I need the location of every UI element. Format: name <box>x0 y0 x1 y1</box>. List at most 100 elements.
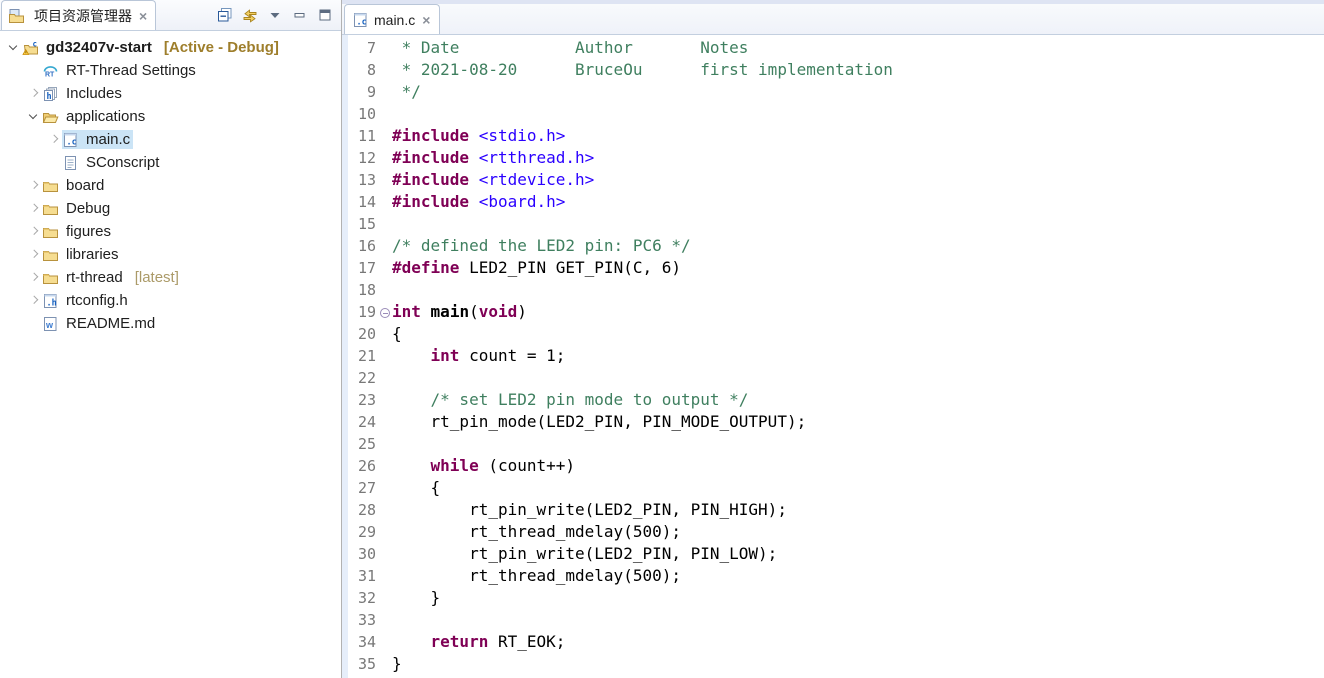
svg-text:w: w <box>45 320 54 330</box>
code-line[interactable]: 27 { <box>342 477 1324 499</box>
expand-arrow-icon[interactable] <box>26 86 42 102</box>
code-text: * 2021-08-20 BruceOu first implementatio… <box>392 59 1324 81</box>
code-line[interactable]: 33 <box>342 609 1324 631</box>
fold-column <box>378 345 392 367</box>
collapse-all-icon[interactable] <box>217 7 233 23</box>
tree-item-figures[interactable]: figures <box>0 220 341 243</box>
fold-column <box>378 279 392 301</box>
expand-arrow-icon[interactable] <box>6 40 22 56</box>
code-line[interactable]: 8 * 2021-08-20 BruceOu first implementat… <box>342 59 1324 81</box>
tree-item-content: c gd32407v-start <box>22 38 155 57</box>
code-line[interactable]: 22 <box>342 367 1324 389</box>
tree-item-decoration: [Active - Debug] <box>164 39 281 56</box>
tree-item-board[interactable]: board <box>0 174 341 197</box>
expand-arrow-icon[interactable] <box>26 178 42 194</box>
tree-item-gd32407v-start[interactable]: c gd32407v-start [Active - Debug] <box>0 36 341 59</box>
svg-text:.c: .c <box>67 137 77 147</box>
code-line[interactable]: 16/* defined the LED2 pin: PC6 */ <box>342 235 1324 257</box>
expand-arrow-icon[interactable] <box>26 109 42 125</box>
tree-item-readme-md[interactable]: wREADME.md <box>0 312 341 335</box>
tree-item-libraries[interactable]: libraries <box>0 243 341 266</box>
folder-icon <box>42 178 59 194</box>
code-line[interactable]: 26 while (count++) <box>342 455 1324 477</box>
code-line[interactable]: 32 } <box>342 587 1324 609</box>
tree-item-applications[interactable]: applications <box>0 105 341 128</box>
code-text: rt_pin_write(LED2_PIN, PIN_HIGH); <box>392 499 1324 521</box>
expand-arrow-icon[interactable] <box>26 270 42 286</box>
code-line[interactable]: 18 <box>342 279 1324 301</box>
code-text: #include <rtthread.h> <box>392 147 1324 169</box>
fold-column <box>378 389 392 411</box>
expand-arrow-icon[interactable] <box>26 224 42 240</box>
code-line[interactable]: 34 return RT_EOK; <box>342 631 1324 653</box>
code-line[interactable]: 15 <box>342 213 1324 235</box>
expand-arrow-icon[interactable] <box>26 201 42 217</box>
expand-arrow-icon[interactable] <box>46 132 62 148</box>
expand-arrow-icon[interactable] <box>26 247 42 263</box>
close-icon[interactable]: × <box>137 9 147 23</box>
minimize-icon[interactable] <box>292 7 308 23</box>
tree-item-label: figures <box>63 222 114 241</box>
tree-item-content: rt-thread <box>42 268 126 287</box>
code-line[interactable]: 35} <box>342 653 1324 675</box>
code-text: int count = 1; <box>392 345 1324 367</box>
code-line[interactable]: 28 rt_pin_write(LED2_PIN, PIN_HIGH); <box>342 499 1324 521</box>
tree-item-sconscript[interactable]: SConscript <box>0 151 341 174</box>
tree-item-content: wREADME.md <box>42 314 158 333</box>
tree-item-main-c[interactable]: .cmain.c <box>0 128 341 151</box>
c-project-icon: c <box>22 40 39 56</box>
tree-item-label: Debug <box>63 199 113 218</box>
code-line[interactable]: 24 rt_pin_mode(LED2_PIN, PIN_MODE_OUTPUT… <box>342 411 1324 433</box>
fold-marker-icon[interactable] <box>378 301 392 323</box>
code-line[interactable]: 19int main(void) <box>342 301 1324 323</box>
close-icon[interactable]: × <box>420 13 430 27</box>
fold-column <box>378 59 392 81</box>
code-line[interactable]: 12#include <rtthread.h> <box>342 147 1324 169</box>
explorer-tab-icon <box>8 8 25 24</box>
annotation-ruler[interactable] <box>342 35 348 678</box>
fold-column <box>378 477 392 499</box>
svg-text:h: h <box>47 92 52 102</box>
code-line[interactable]: 17#define LED2_PIN GET_PIN(C, 6) <box>342 257 1324 279</box>
fold-column <box>378 103 392 125</box>
code-line[interactable]: 9 */ <box>342 81 1324 103</box>
code-line[interactable]: 11#include <stdio.h> <box>342 125 1324 147</box>
tree-item-rt-thread[interactable]: rt-thread[latest] <box>0 266 341 289</box>
code-line[interactable]: 30 rt_pin_write(LED2_PIN, PIN_LOW); <box>342 543 1324 565</box>
code-editor[interactable]: 7 * Date Author Notes8 * 2021-08-20 Bruc… <box>342 35 1324 678</box>
code-line[interactable]: 31 rt_thread_mdelay(500); <box>342 565 1324 587</box>
fold-column <box>378 609 392 631</box>
folder-icon <box>42 201 59 217</box>
code-line[interactable]: 21 int count = 1; <box>342 345 1324 367</box>
view-menu-icon[interactable] <box>267 7 283 23</box>
maximize-icon[interactable] <box>317 7 333 23</box>
code-line[interactable]: 29 rt_thread_mdelay(500); <box>342 521 1324 543</box>
link-with-editor-icon[interactable] <box>242 7 258 23</box>
tree-item-rtconfig-h[interactable]: .hrtconfig.h <box>0 289 341 312</box>
tree-item-label: board <box>63 176 107 195</box>
tab-project-explorer[interactable]: 项目资源管理器 × <box>1 0 156 30</box>
svg-text:c: c <box>33 40 38 49</box>
folder-icon <box>42 224 59 240</box>
code-line[interactable]: 23 /* set LED2 pin mode to output */ <box>342 389 1324 411</box>
tree-item-label: gd32407v-start <box>43 38 155 57</box>
tree-item-content: RTRT-Thread Settings <box>42 61 199 80</box>
code-text: #include <board.h> <box>392 191 1324 213</box>
fold-column <box>378 235 392 257</box>
tab-main-c[interactable]: .c main.c × <box>344 4 440 34</box>
expand-arrow-icon[interactable] <box>26 293 42 309</box>
code-line[interactable]: 14#include <board.h> <box>342 191 1324 213</box>
code-line[interactable]: 7 * Date Author Notes <box>342 37 1324 59</box>
code-text: } <box>392 653 1324 675</box>
code-line[interactable]: 13#include <rtdevice.h> <box>342 169 1324 191</box>
code-line[interactable]: 10 <box>342 103 1324 125</box>
code-text: } <box>392 587 1324 609</box>
tree-item-includes[interactable]: hIncludes <box>0 82 341 105</box>
code-line[interactable]: 20{ <box>342 323 1324 345</box>
fold-column <box>378 653 392 675</box>
tree-item-content: libraries <box>42 245 122 264</box>
code-line[interactable]: 25 <box>342 433 1324 455</box>
tree-item-rt-thread-settings[interactable]: RTRT-Thread Settings <box>0 59 341 82</box>
tree-item-content: Debug <box>42 199 113 218</box>
tree-item-debug[interactable]: Debug <box>0 197 341 220</box>
